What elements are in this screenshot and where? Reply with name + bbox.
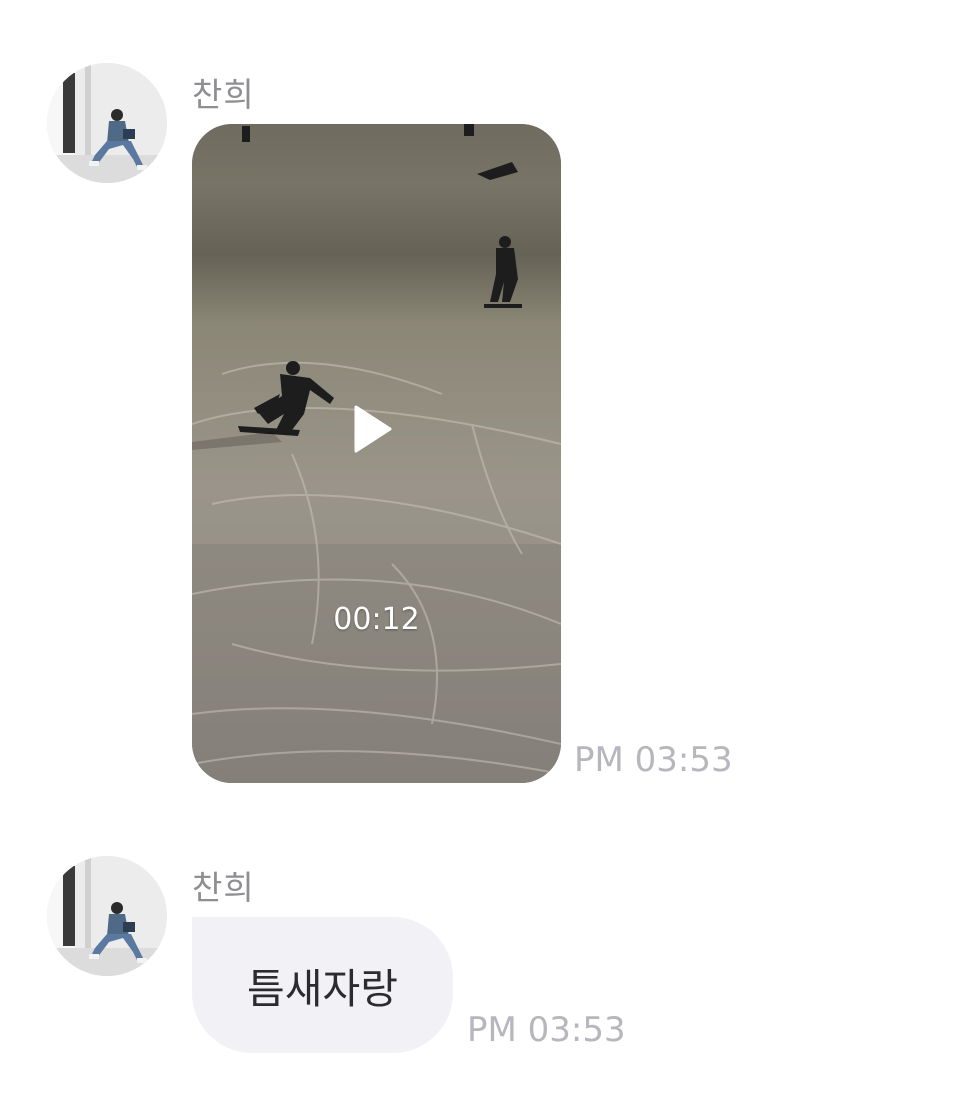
profile-photo-icon [47, 856, 167, 976]
video-message[interactable]: 00:12 [192, 124, 561, 783]
message-timestamp: PM 03:53 [574, 740, 733, 780]
video-duration: 00:12 [333, 602, 420, 637]
message-text: 틈새자랑 [247, 965, 398, 1013]
avatar[interactable] [47, 63, 167, 183]
sender-name: 찬희 [192, 75, 255, 114]
video-thumbnail [192, 124, 561, 783]
profile-photo-icon [47, 63, 167, 183]
message-timestamp: PM 03:53 [467, 1010, 626, 1050]
avatar[interactable] [47, 856, 167, 976]
message-bubble[interactable]: 틈새자랑 [192, 917, 453, 1053]
play-icon[interactable] [352, 405, 392, 453]
sender-name: 찬희 [192, 868, 255, 907]
chat-thread: 찬희 00:12 PM 03:53 찬희 틈새자랑 PM 03:53 [0, 0, 975, 1110]
